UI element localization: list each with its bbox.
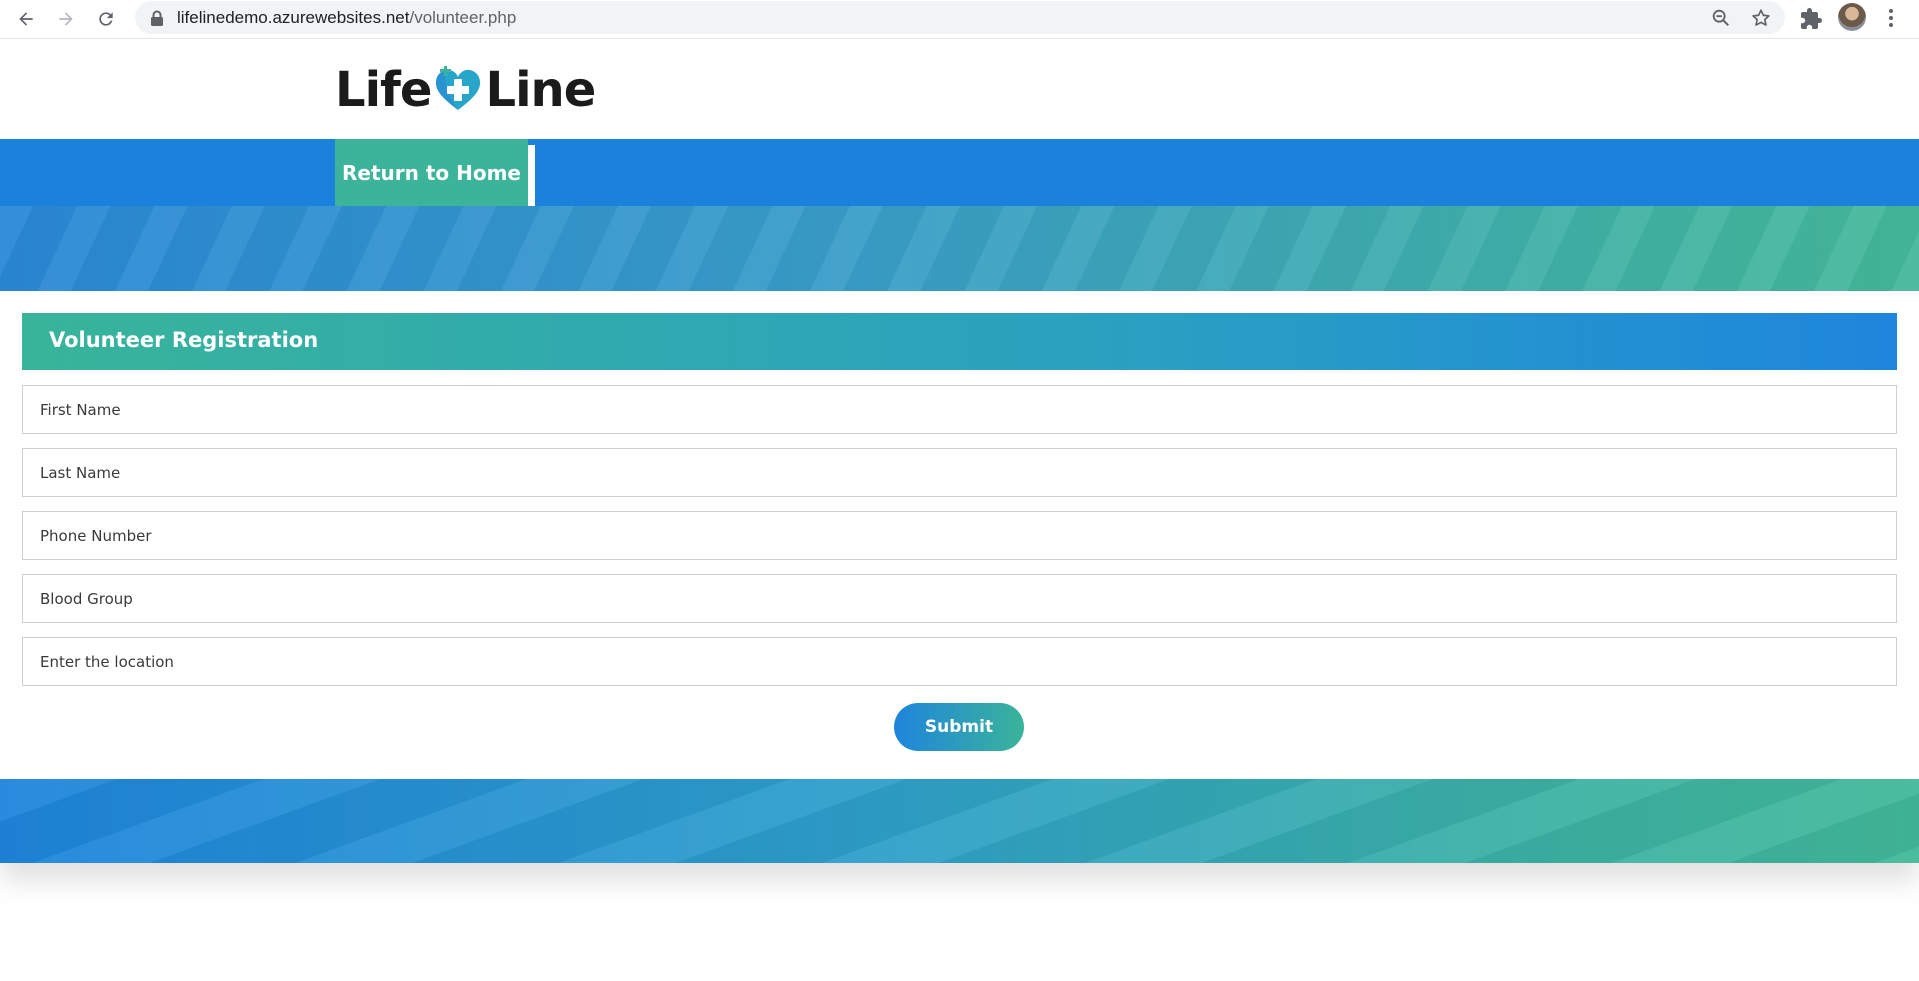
site-header: Life Line — [0, 40, 1919, 139]
nav-band — [0, 139, 1919, 206]
url-host: lifelinedemo.azurewebsites.net — [177, 8, 410, 27]
footer-banner — [0, 779, 1919, 863]
url-text: lifelinedemo.azurewebsites.net/volunteer… — [177, 8, 516, 28]
star-icon[interactable] — [1750, 7, 1772, 29]
extensions-icon[interactable] — [1799, 7, 1823, 31]
last-name-field[interactable] — [22, 448, 1897, 497]
menu-icon[interactable] — [1881, 6, 1901, 30]
first-name-field[interactable] — [22, 385, 1897, 434]
reload-icon[interactable] — [91, 4, 121, 34]
submit-button[interactable]: Submit — [894, 703, 1024, 751]
location-field[interactable] — [22, 637, 1897, 686]
avatar[interactable] — [1838, 3, 1866, 31]
browser-toolbar: lifelinedemo.azurewebsites.net/volunteer… — [0, 0, 1919, 39]
phone-number-field[interactable] — [22, 511, 1897, 560]
address-bar[interactable]: lifelinedemo.azurewebsites.net/volunteer… — [135, 1, 1785, 34]
hero-texture — [0, 206, 1919, 291]
zoom-icon[interactable] — [1710, 7, 1732, 29]
blood-group-field[interactable] — [22, 574, 1897, 623]
hero-banner — [0, 206, 1919, 291]
form-title: Volunteer Registration — [49, 328, 319, 352]
logo-text-left: Life — [335, 62, 432, 118]
heart-plus-icon — [436, 66, 481, 110]
logo-text-right: Line — [485, 62, 596, 118]
url-path: /volunteer.php — [409, 8, 517, 27]
back-icon[interactable] — [11, 4, 41, 34]
forward-icon[interactable] — [51, 4, 81, 34]
lock-icon[interactable] — [150, 10, 164, 26]
footer-texture — [0, 779, 1919, 863]
logo[interactable]: Life Line — [335, 62, 596, 118]
return-home-button[interactable]: Return to Home — [335, 139, 528, 206]
form-header: Volunteer Registration — [22, 313, 1897, 370]
